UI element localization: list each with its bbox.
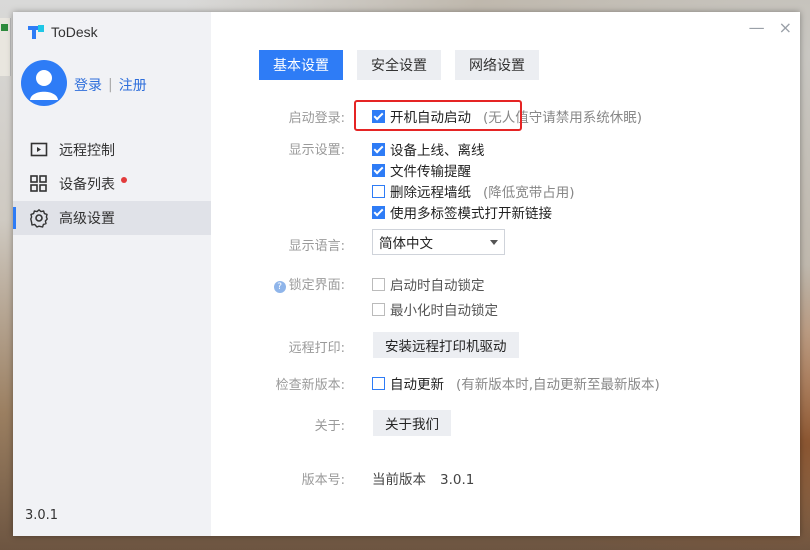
sidebar: ToDesk 登录 | 注册 远程控制 设备列表 高级设置 3.0.1 bbox=[13, 12, 211, 536]
settings-tabs: 基本设置 安全设置 网络设置 bbox=[259, 50, 539, 80]
sidebar-item-label: 设备列表 bbox=[59, 177, 115, 193]
lock-on-minimize-checkbox[interactable]: 最小化时自动锁定 bbox=[372, 299, 498, 319]
help-icon[interactable]: ? bbox=[273, 281, 286, 293]
auto-update-hint: (有新版本时,自动更新至最新版本) bbox=[456, 377, 660, 393]
sidebar-nav: 远程控制 设备列表 高级设置 bbox=[13, 133, 211, 235]
checkbox-unchecked-icon bbox=[372, 376, 385, 390]
checkbox-unchecked-icon bbox=[372, 277, 385, 291]
remote-control-icon bbox=[30, 142, 48, 157]
dropdown-arrow-icon bbox=[490, 240, 498, 245]
tab-basic-settings[interactable]: 基本设置 bbox=[259, 50, 343, 80]
todesk-window: ToDesk 登录 | 注册 远程控制 设备列表 高级设置 3.0.1 — × … bbox=[13, 12, 800, 536]
sidebar-item-label: 远程控制 bbox=[59, 143, 115, 159]
tab-security-settings[interactable]: 安全设置 bbox=[357, 50, 441, 80]
login-register-row: 登录 | 注册 bbox=[74, 75, 147, 95]
app-version: 3.0.1 bbox=[25, 508, 59, 523]
current-version-prefix: 当前版本 bbox=[372, 472, 426, 488]
checkbox-unchecked-icon bbox=[372, 302, 385, 316]
lock-label: 锁定界面: bbox=[288, 278, 345, 293]
language-select[interactable]: 简体中文 bbox=[372, 229, 505, 255]
checkbox-unchecked-icon bbox=[372, 184, 385, 198]
avatar[interactable] bbox=[21, 60, 67, 106]
app-logo-row: ToDesk bbox=[27, 22, 98, 42]
checkbox-checked-icon bbox=[372, 142, 385, 156]
highlight-box bbox=[354, 100, 522, 131]
gear-icon bbox=[30, 209, 48, 228]
display-label: 显示设置: bbox=[288, 143, 345, 158]
multi-tab-label: 使用多标签模式打开新链接 bbox=[390, 206, 552, 222]
window-controls: — × bbox=[749, 18, 792, 37]
minimize-button[interactable]: — bbox=[749, 18, 765, 37]
file-transfer-checkbox[interactable]: 文件传输提醒 bbox=[372, 160, 471, 180]
notification-badge bbox=[121, 177, 127, 183]
multi-tab-checkbox[interactable]: 使用多标签模式打开新链接 bbox=[372, 202, 552, 222]
update-label: 检查新版本: bbox=[275, 378, 345, 393]
user-avatar-icon bbox=[30, 70, 58, 100]
auto-update-label: 自动更新 bbox=[390, 377, 444, 393]
current-version: 当前版本 3.0.1 bbox=[372, 468, 474, 488]
install-printer-driver-button[interactable]: 安装远程打印机驱动 bbox=[373, 332, 519, 358]
remove-wallpaper-label: 删除远程墙纸 bbox=[390, 185, 471, 201]
lock-on-start-checkbox[interactable]: 启动时自动锁定 bbox=[372, 274, 485, 294]
lock-on-start-label: 启动时自动锁定 bbox=[390, 278, 485, 294]
version-label: 版本号: bbox=[301, 473, 345, 488]
register-link[interactable]: 注册 bbox=[119, 75, 147, 95]
separator: | bbox=[108, 77, 113, 93]
about-label: 关于: bbox=[314, 419, 345, 434]
todesk-logo-icon bbox=[28, 25, 44, 39]
desktop-shortcut-icon[interactable] bbox=[0, 18, 11, 76]
device-online-checkbox[interactable]: 设备上线、离线 bbox=[372, 139, 485, 159]
checkbox-checked-icon bbox=[372, 205, 385, 219]
close-button[interactable]: × bbox=[779, 18, 792, 37]
about-us-button[interactable]: 关于我们 bbox=[373, 410, 451, 436]
auto-update-checkbox[interactable]: 自动更新 (有新版本时,自动更新至最新版本) bbox=[372, 373, 660, 393]
language-label: 显示语言: bbox=[288, 239, 345, 254]
login-link[interactable]: 登录 bbox=[74, 75, 102, 95]
sidebar-item-label: 高级设置 bbox=[59, 211, 115, 227]
startup-label: 启动登录: bbox=[288, 111, 345, 126]
lock-label-row: ? 锁定界面: bbox=[273, 274, 345, 293]
lock-on-minimize-label: 最小化时自动锁定 bbox=[390, 303, 498, 319]
language-value: 简体中文 bbox=[379, 236, 433, 252]
tab-network-settings[interactable]: 网络设置 bbox=[455, 50, 539, 80]
app-title: ToDesk bbox=[51, 24, 98, 40]
checkbox-checked-icon bbox=[372, 163, 385, 177]
remove-wallpaper-hint: (降低宽带占用) bbox=[483, 185, 575, 201]
device-list-icon bbox=[30, 175, 47, 192]
sidebar-item-advanced-settings[interactable]: 高级设置 bbox=[13, 201, 211, 235]
current-version-number: 3.0.1 bbox=[440, 472, 475, 488]
device-online-label: 设备上线、离线 bbox=[390, 143, 485, 159]
remove-wallpaper-checkbox[interactable]: 删除远程墙纸 (降低宽带占用) bbox=[372, 181, 575, 201]
sidebar-item-device-list[interactable]: 设备列表 bbox=[13, 167, 211, 201]
file-transfer-label: 文件传输提醒 bbox=[390, 164, 471, 180]
print-label: 远程打印: bbox=[288, 341, 345, 356]
sidebar-item-remote-control[interactable]: 远程控制 bbox=[13, 133, 211, 167]
